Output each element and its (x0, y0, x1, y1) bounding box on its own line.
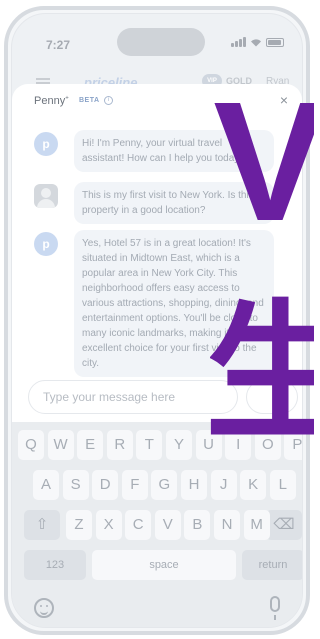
key-u[interactable]: U (195, 430, 222, 460)
keyboard-row-3: ⇧ ⌫ ZXCVBNM (12, 510, 302, 540)
message-bubble: Hi! I'm Penny, your virtual travel assis… (74, 130, 274, 172)
keyboard-row-1: QWERTYUIOP (12, 430, 302, 460)
user-avatar (34, 184, 58, 208)
keyboard-accessory-bar (12, 590, 302, 627)
keyboard-row-4: 123 space return (12, 550, 302, 580)
composer: Type your message here (12, 380, 302, 418)
numbers-key[interactable]: 123 (24, 550, 86, 580)
key-p[interactable]: P (284, 430, 302, 460)
key-m[interactable]: M (243, 510, 270, 540)
beta-badge: BETA (79, 97, 100, 104)
status-bar: 7:27 (12, 14, 302, 56)
info-icon[interactable]: i (104, 96, 113, 105)
return-key[interactable]: return (242, 550, 302, 580)
chat-panel: Penny+ BETA i × p Hi! I'm Penny, your vi… (12, 84, 302, 424)
close-icon[interactable]: × (280, 92, 288, 108)
keyboard-row-2: ASDFGHJKL (12, 470, 302, 500)
screen: 7:27 priceline VIP GOLD Ryan Penny+ BETA… (11, 13, 303, 628)
keyboard: QWERTYUIOP ASDFGHJKL ⇧ ⌫ ZXCVBNM 123 spa… (12, 422, 302, 627)
key-r[interactable]: R (106, 430, 133, 460)
message-bubble: This is my first visit to New York. Is t… (74, 182, 274, 224)
key-v[interactable]: V (154, 510, 181, 540)
key-a[interactable]: A (33, 470, 59, 500)
key-g[interactable]: G (151, 470, 178, 500)
microphone-icon[interactable] (270, 596, 280, 620)
phone-frame: 7:27 priceline VIP GOLD Ryan Penny+ BETA… (4, 6, 310, 635)
status-icons (231, 37, 284, 47)
battery-icon (266, 37, 284, 47)
key-j[interactable]: J (210, 470, 237, 500)
key-h[interactable]: H (181, 470, 207, 500)
wifi-icon (251, 38, 261, 46)
assistant-avatar: p (34, 232, 58, 256)
key-c[interactable]: C (125, 510, 152, 540)
key-t[interactable]: T (136, 430, 163, 460)
message-bubble: Yes, Hotel 57 is in a great location! It… (74, 230, 274, 377)
shift-key[interactable]: ⇧ (24, 510, 60, 540)
key-k[interactable]: K (240, 470, 267, 500)
cellular-signal-icon (231, 37, 246, 47)
backspace-key[interactable]: ⌫ (266, 510, 302, 540)
send-button[interactable] (246, 380, 298, 414)
emoji-icon[interactable] (34, 598, 54, 618)
chat-header: Penny+ BETA i × (12, 84, 302, 120)
key-x[interactable]: X (95, 510, 122, 540)
key-y[interactable]: Y (166, 430, 192, 460)
assistant-avatar: p (34, 132, 58, 156)
key-z[interactable]: Z (66, 510, 92, 540)
key-o[interactable]: O (254, 430, 281, 460)
status-time: 7:27 (46, 38, 71, 52)
chat-title: Penny+ (34, 95, 69, 107)
space-key[interactable]: space (92, 550, 236, 580)
key-s[interactable]: S (62, 470, 89, 500)
key-e[interactable]: E (77, 430, 104, 460)
key-b[interactable]: B (184, 510, 211, 540)
key-q[interactable]: Q (18, 430, 44, 460)
key-f[interactable]: F (121, 470, 148, 500)
key-l[interactable]: L (269, 470, 296, 500)
message-input[interactable]: Type your message here (28, 380, 238, 414)
key-d[interactable]: D (92, 470, 119, 500)
key-i[interactable]: I (225, 430, 252, 460)
dynamic-island (117, 28, 205, 56)
key-w[interactable]: W (47, 430, 74, 460)
key-n[interactable]: N (214, 510, 240, 540)
